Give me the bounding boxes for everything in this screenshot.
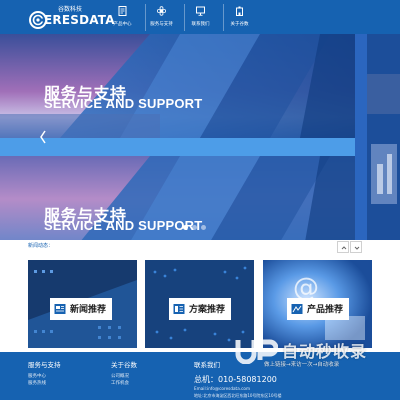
nav-label: 产品中心 bbox=[113, 22, 132, 27]
banner-dot[interactable] bbox=[183, 225, 188, 230]
nav-label: 关于谷数 bbox=[230, 22, 249, 27]
card-label-text: 新闻推荐 bbox=[70, 305, 107, 315]
nav-item-contact[interactable]: 联系我们 bbox=[186, 0, 215, 34]
banner-dot[interactable] bbox=[201, 225, 206, 230]
news-ticker: 新闻动态： bbox=[0, 240, 400, 254]
footer-link[interactable]: 服务中心 bbox=[28, 373, 61, 380]
footer-phone: 总机：010-58081200 bbox=[194, 375, 277, 384]
page: 谷数科技 ERESDATA 产品中心 服务与支持 联系我们 关于谷数 服务与支持… bbox=[0, 0, 400, 400]
news-label: 新闻动态： bbox=[28, 243, 54, 249]
nav-label: 服务与支持 bbox=[150, 22, 173, 27]
chevron-down-icon bbox=[354, 246, 360, 250]
footer-link[interactable]: 服务热线 bbox=[28, 380, 61, 387]
footer-heading[interactable]: 服务与支持 bbox=[28, 359, 61, 369]
footer-col-support: 服务与支持 服务中心 服务热线 bbox=[28, 359, 61, 387]
solution-icon bbox=[173, 304, 185, 314]
chevron-up-icon bbox=[341, 246, 347, 250]
logo-cn-text: 谷数科技 bbox=[58, 6, 83, 13]
banner-pagination bbox=[183, 225, 210, 230]
banner-prev-arrow-icon[interactable] bbox=[39, 129, 47, 145]
nav-item-products[interactable]: 产品中心 bbox=[108, 0, 137, 34]
banner-dot[interactable] bbox=[192, 225, 197, 230]
nav-divider bbox=[223, 4, 224, 31]
footer-col-contact: 联系我们 bbox=[194, 359, 220, 373]
card-label: 方案推荐 bbox=[169, 298, 231, 320]
footer-heading[interactable]: 联系我们 bbox=[194, 359, 220, 369]
logo-wordmark: ERESDATA bbox=[44, 13, 115, 27]
building-icon bbox=[236, 6, 243, 16]
flower-icon bbox=[157, 6, 166, 16]
card-label-text: 方案推荐 bbox=[189, 305, 226, 315]
nav-item-about[interactable]: 关于谷数 bbox=[225, 0, 254, 34]
banner-next-preview bbox=[355, 34, 400, 242]
footer-heading[interactable]: 关于谷数 bbox=[111, 359, 137, 369]
card-label: 产品推荐 bbox=[287, 298, 349, 320]
banner-title-en: SERVICE AND SUPPORT bbox=[44, 96, 203, 111]
logo[interactable]: 谷数科技 ERESDATA bbox=[28, 4, 115, 30]
footer-link[interactable]: 公司概况 bbox=[111, 373, 137, 380]
footer-address: 地址:北京市海淀区西北旺东路10号院东区10号楼 bbox=[194, 393, 282, 398]
card-label-text: 产品推荐 bbox=[307, 305, 344, 315]
nav-label: 联系我们 bbox=[191, 22, 210, 27]
banner-title-en: SERVICE AND SUPPORT bbox=[44, 218, 203, 233]
card-label: 新闻推荐 bbox=[50, 298, 112, 320]
monitor-icon bbox=[196, 6, 205, 16]
main-nav: 产品中心 服务与支持 联系我们 关于谷数 bbox=[108, 0, 264, 34]
card-product[interactable]: @ 产品推荐 bbox=[263, 260, 372, 348]
product-icon bbox=[291, 304, 303, 314]
hero-banner[interactable]: 服务与支持 SERVICE AND SUPPORT 服务与支持 SERVICE … bbox=[0, 34, 400, 242]
card-news[interactable]: 新闻推荐 bbox=[28, 260, 137, 348]
document-icon bbox=[118, 6, 127, 16]
banner-divider-band bbox=[0, 138, 355, 156]
footer-link[interactable]: 工作机会 bbox=[111, 380, 137, 387]
feature-cards: 新闻推荐 方案推荐 @ 产品推荐 bbox=[0, 254, 400, 350]
site-header: 谷数科技 ERESDATA 产品中心 服务与支持 联系我们 关于谷数 bbox=[0, 0, 400, 34]
nav-item-support[interactable]: 服务与支持 bbox=[147, 0, 176, 34]
nav-divider bbox=[145, 4, 146, 31]
card-solution[interactable]: 方案推荐 bbox=[145, 260, 254, 348]
footer-col-about: 关于谷数 公司概况 工作机会 bbox=[111, 359, 137, 387]
news-icon bbox=[54, 304, 66, 314]
footer-email[interactable]: Email:info@coresdata.com bbox=[194, 386, 250, 391]
news-prev-button[interactable] bbox=[337, 241, 349, 253]
nav-divider bbox=[184, 4, 185, 31]
site-footer: 服务与支持 服务中心 服务热线 关于谷数 公司概况 工作机会 联系我们 总机：0… bbox=[0, 352, 400, 400]
news-next-button[interactable] bbox=[350, 241, 362, 253]
